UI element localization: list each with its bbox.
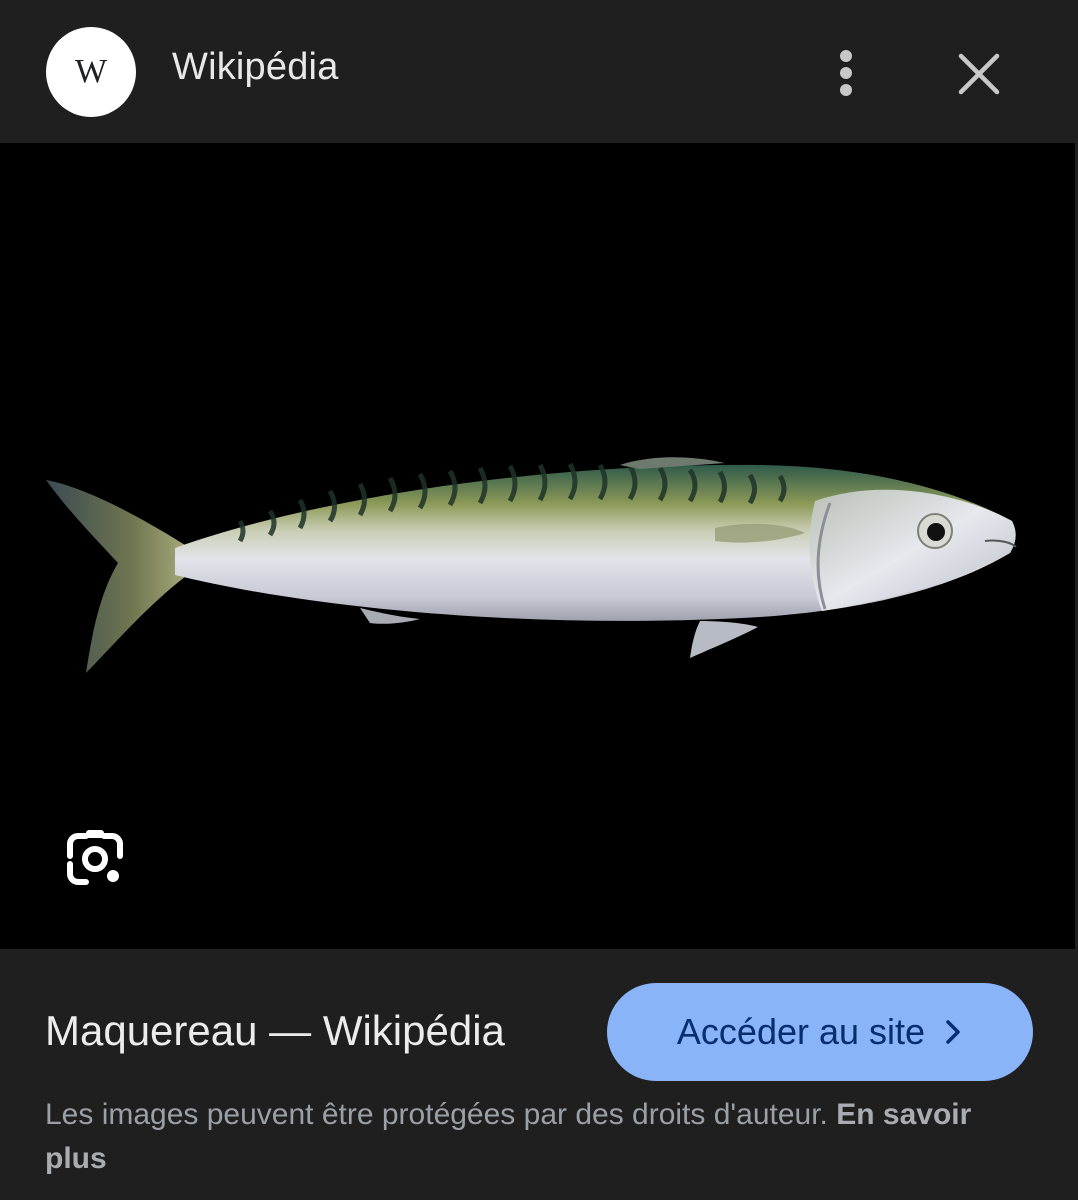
- more-vert-icon: [840, 50, 852, 62]
- image-viewer[interactable]: [0, 143, 1075, 949]
- result-footer: Maquereau — Wikipédia Accéder au site Le…: [0, 949, 1078, 1200]
- chevron-right-icon: [946, 1020, 960, 1044]
- google-lens-button[interactable]: [62, 826, 128, 892]
- site-logo[interactable]: W: [46, 27, 136, 117]
- logo-letter: W: [74, 53, 108, 90]
- page-title[interactable]: Maquereau — Wikipédia: [45, 1007, 505, 1055]
- copyright-text: Les images peuvent être protégées par de…: [45, 1098, 828, 1131]
- mackerel-image: [46, 457, 1017, 673]
- copyright-notice: Les images peuvent être protégées par de…: [45, 1093, 1005, 1181]
- visit-site-label: Accéder au site: [676, 1011, 926, 1052]
- close-icon: [958, 53, 1000, 95]
- header-bar: W Wikipédia: [0, 0, 1078, 143]
- close-button[interactable]: [948, 44, 1008, 104]
- more-options-button[interactable]: [820, 42, 872, 104]
- visit-site-button[interactable]: Accéder au site: [607, 983, 1033, 1081]
- site-name[interactable]: Wikipédia: [172, 46, 339, 89]
- google-lens-icon: [67, 830, 123, 885]
